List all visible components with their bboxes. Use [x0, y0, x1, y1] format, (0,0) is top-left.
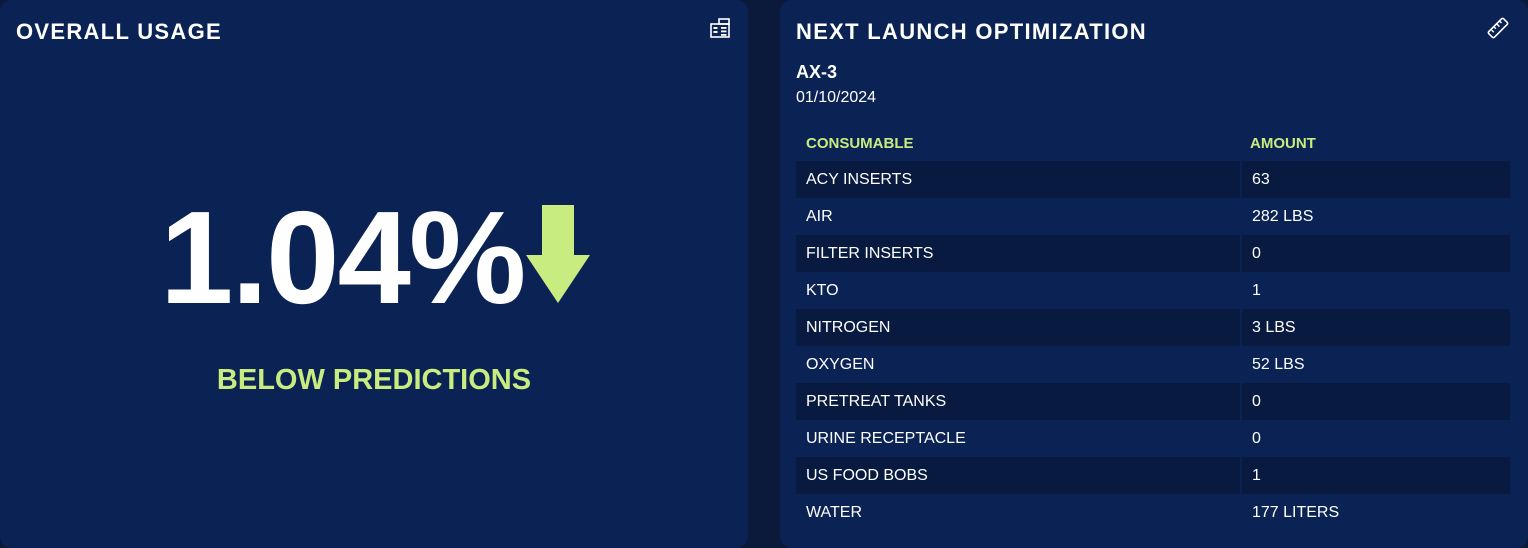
consumable-cell: AIR [806, 207, 833, 225]
amount-cell: 177 LITERS [1240, 494, 1510, 531]
overall-usage-title: OVERALL USAGE [16, 19, 222, 44]
consumable-cell: KTO [806, 281, 839, 299]
table-row: ACY INSERTS 63 [796, 161, 1510, 198]
table-row: US FOOD BOBS 1 [796, 457, 1510, 494]
consumable-cell: NITROGEN [806, 318, 891, 336]
overall-usage-panel: OVERALL USAGE 1.04% BELOW PREDICTIONS [0, 0, 748, 548]
table-row: WATER 177 LITERS [796, 494, 1510, 531]
amount-cell: 282 LBS [1240, 198, 1510, 235]
consumable-cell: ACY INSERTS [806, 170, 913, 188]
amount-cell: 3 LBS [1240, 309, 1510, 346]
consumables-table: CONSUMABLE AMOUNT ACY INSERTS 63 AIR 282… [796, 126, 1510, 531]
next-launch-panel: NEXT LAUNCH OPTIMIZATION AX-3 01/10/2024… [780, 0, 1528, 548]
usage-percentage: 1.04% [160, 184, 526, 331]
amount-cell: 1 [1240, 457, 1510, 494]
column-header-consumable: CONSUMABLE [806, 135, 914, 152]
amount-cell: 0 [1240, 420, 1510, 457]
column-header-amount: AMOUNT [1250, 135, 1316, 152]
mission-name: AX-3 [796, 62, 838, 82]
launch-date: 01/10/2024 [796, 89, 877, 106]
amount-cell: 0 [1240, 235, 1510, 272]
amount-cell: 52 LBS [1240, 346, 1510, 383]
amount-cell: 63 [1240, 161, 1510, 198]
table-row: OXYGEN 52 LBS [796, 346, 1510, 383]
amount-cell: 1 [1240, 272, 1510, 309]
next-launch-title: NEXT LAUNCH OPTIMIZATION [796, 19, 1147, 44]
consumable-cell: PRETREAT TANKS [806, 392, 947, 410]
down-arrow-icon [526, 205, 590, 308]
table-header: CONSUMABLE AMOUNT [796, 126, 1510, 161]
table-row: AIR 282 LBS [796, 198, 1510, 235]
table-row: URINE RECEPTACLE 0 [796, 420, 1510, 457]
usage-status-label: BELOW PREDICTIONS [216, 364, 532, 396]
ruler-icon[interactable] [1486, 16, 1510, 40]
table-row: KTO 1 [796, 272, 1510, 309]
consumable-cell: WATER [806, 503, 862, 521]
amount-cell: 0 [1240, 383, 1510, 420]
table-row: FILTER INSERTS 0 [796, 235, 1510, 272]
consumable-cell: FILTER INSERTS [806, 244, 934, 262]
table-row: NITROGEN 3 LBS [796, 309, 1510, 346]
consumable-cell: OXYGEN [806, 355, 875, 373]
table-row: PRETREAT TANKS 0 [796, 383, 1510, 420]
report-icon[interactable] [708, 16, 732, 40]
consumable-cell: URINE RECEPTACLE [806, 429, 966, 447]
consumable-cell: US FOOD BOBS [806, 466, 928, 484]
